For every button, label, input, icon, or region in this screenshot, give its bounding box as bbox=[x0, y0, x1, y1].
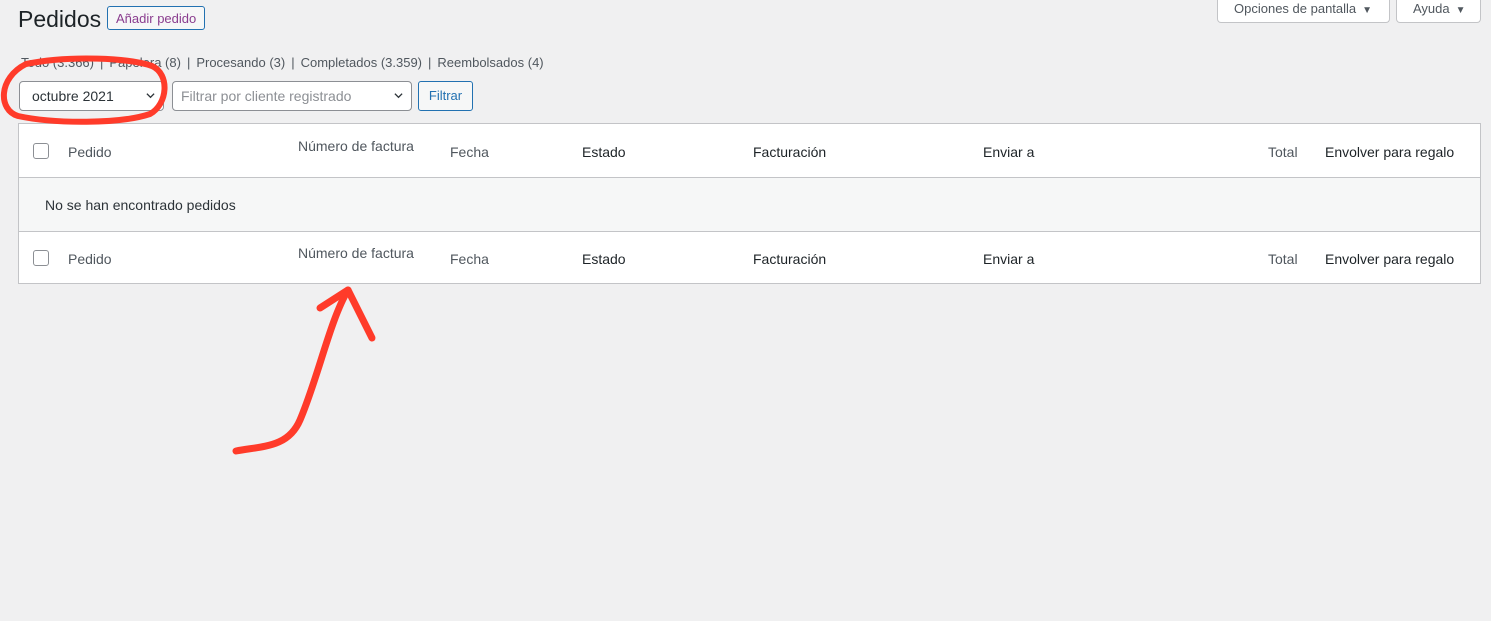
screen-options-button[interactable]: Opciones de pantalla ▼ bbox=[1217, 0, 1390, 23]
empty-message: No se han encontrado pedidos bbox=[45, 197, 236, 213]
column-header-order[interactable]: Pedido bbox=[68, 144, 112, 160]
caret-down-icon: ▼ bbox=[1362, 5, 1373, 16]
column-footer-date[interactable]: Fecha bbox=[450, 251, 489, 267]
chevron-down-icon bbox=[394, 93, 403, 99]
column-header-total[interactable]: Total bbox=[1268, 144, 1298, 160]
help-button[interactable]: Ayuda ▼ bbox=[1396, 0, 1481, 23]
status-link-processing[interactable]: Procesando (3) bbox=[196, 55, 285, 70]
page-title: Pedidos bbox=[18, 6, 102, 32]
column-footer-gift-wrap: Envolver para regalo bbox=[1325, 251, 1455, 267]
status-filter-links: Todo (3.366) | Papelera (8) | Procesando (3)… bbox=[21, 55, 544, 70]
caret-down-icon: ▼ bbox=[1455, 5, 1466, 16]
column-header-ship-to: Enviar a bbox=[983, 144, 1035, 160]
red-arrow-annotation bbox=[232, 286, 352, 455]
column-footer-status: Estado bbox=[582, 251, 626, 267]
column-footer-billing: Facturación bbox=[753, 251, 827, 267]
status-link-trash[interactable]: Papelera (8) bbox=[109, 55, 181, 70]
separator: | bbox=[428, 55, 432, 70]
column-footer-total[interactable]: Total bbox=[1268, 251, 1298, 267]
table-footer-row: Pedido Número de factura Fecha Estado Fa… bbox=[19, 231, 1480, 283]
select-all-checkbox[interactable] bbox=[33, 143, 49, 159]
no-items-row: No se han encontrado pedidos bbox=[19, 178, 1480, 232]
column-header-gift-wrap: Envolver para regalo bbox=[1325, 144, 1455, 160]
orders-table: Pedido Número de factura Fecha Estado Fa… bbox=[18, 123, 1481, 284]
separator: | bbox=[291, 55, 295, 70]
customer-filter-placeholder: Filtrar por cliente registrado bbox=[181, 88, 352, 104]
column-header-billing: Facturación bbox=[753, 144, 827, 160]
customer-filter-select[interactable]: Filtrar por cliente registrado bbox=[172, 81, 412, 111]
screen-options-label: Opciones de pantalla bbox=[1234, 1, 1357, 16]
filter-button[interactable]: Filtrar bbox=[418, 81, 473, 111]
column-header-status: Estado bbox=[582, 144, 626, 160]
separator: | bbox=[186, 55, 191, 70]
status-link-refunded[interactable]: Reembolsados (4) bbox=[437, 55, 543, 70]
status-link-completed[interactable]: Completados (3.359) bbox=[301, 55, 422, 70]
month-filter-select[interactable]: octubre 2021 bbox=[19, 81, 164, 111]
chevron-down-icon bbox=[146, 93, 155, 99]
status-link-all[interactable]: Todo (3.366) bbox=[21, 55, 94, 70]
help-label: Ayuda bbox=[1413, 1, 1450, 16]
table-header-row: Pedido Número de factura Fecha Estado Fa… bbox=[19, 124, 1480, 178]
column-footer-ship-to: Enviar a bbox=[983, 251, 1035, 267]
column-footer-invoice: Número de factura bbox=[298, 245, 414, 261]
column-header-invoice: Número de factura bbox=[298, 138, 414, 154]
column-footer-order[interactable]: Pedido bbox=[68, 251, 112, 267]
select-all-checkbox-footer[interactable] bbox=[33, 250, 49, 266]
red-arrowhead-annotation bbox=[316, 286, 376, 342]
column-header-date[interactable]: Fecha bbox=[450, 144, 489, 160]
separator: | bbox=[100, 55, 104, 70]
month-filter-value: octubre 2021 bbox=[32, 88, 114, 104]
add-order-button[interactable]: Añadir pedido bbox=[107, 6, 206, 30]
